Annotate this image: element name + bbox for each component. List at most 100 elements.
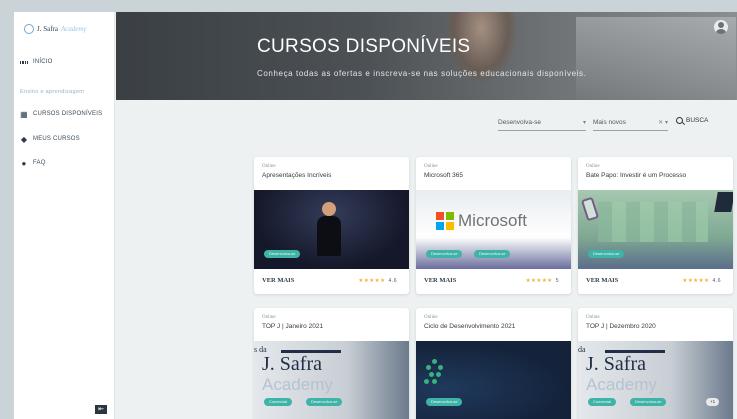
course-category: Online — [262, 315, 276, 320]
see-more-link[interactable]: VER MAIS — [424, 277, 456, 284]
sort-filter-value: Mais novos — [593, 119, 626, 126]
brand-wordmark: J. Safra — [586, 353, 646, 375]
help-icon: ● — [21, 158, 27, 168]
collapse-sidebar-button[interactable]: ⇤ — [95, 405, 107, 414]
sidebar-section-label: Ensino e aprendizagem — [20, 89, 85, 95]
speaker-figure — [322, 202, 336, 216]
course-tag: Desenvolva-se — [426, 250, 463, 258]
search-label: BUSCA — [686, 117, 709, 124]
course-tag: Desenvolva-se — [426, 398, 463, 406]
course-category: Online — [586, 164, 600, 169]
shelf-background — [598, 202, 708, 242]
course-thumbnail: s da J. Safra Academy Comercial Desenvol… — [254, 341, 409, 419]
sort-filter-select[interactable]: Mais novos ✕ ▾ — [593, 115, 668, 131]
rating-value: 4.6 — [712, 278, 721, 284]
sidebar: J. Safra Academy INÍCIO Ensino e aprendi… — [14, 12, 115, 419]
course-title: Ciclo de Desenvolvimento 2021 — [424, 323, 516, 330]
chevron-down-icon: ▾ — [664, 120, 668, 126]
user-avatar-icon[interactable] — [714, 20, 728, 34]
course-title: TOP J | Dezembro 2020 — [586, 323, 656, 330]
course-tag: Desenvolva-se — [264, 250, 301, 258]
card-footer: VER MAIS ★★★★★ 5 — [416, 269, 571, 294]
sidebar-item-label: CURSOS DISPONÍVEIS — [33, 111, 103, 117]
rating-value: 4.6 — [388, 278, 397, 284]
course-tag: Desenvolva-se — [630, 398, 667, 406]
course-category: Online — [586, 315, 600, 320]
extra-tags-badge[interactable]: +1 — [706, 398, 720, 406]
course-category: Online — [424, 315, 438, 320]
course-tag: Comercial — [588, 398, 617, 406]
microsoft-wordmark: Microsoft — [458, 211, 527, 230]
courses-icon: ▦ — [20, 109, 28, 119]
graduation-cap-icon: ◆ — [20, 134, 28, 144]
course-category: Online — [424, 164, 438, 169]
course-thumbnail: da J. Safra Academy Comercial Desenvolva… — [578, 341, 733, 419]
rating-stars: ★★★★★ 5 — [526, 278, 559, 284]
phone-icon — [580, 196, 600, 222]
search-icon — [676, 117, 683, 124]
course-card[interactable]: Online Apresentações Incríveis Desenvolv… — [254, 157, 409, 294]
course-title: TOP J | Janeiro 2021 — [262, 323, 324, 330]
brand-wordmark: J. Safra — [262, 353, 322, 375]
course-card[interactable]: Online TOP J | Janeiro 2021 s da J. Safr… — [254, 308, 409, 419]
see-more-link[interactable]: VER MAIS — [586, 277, 618, 284]
star-icons: ★★★★★ — [682, 278, 710, 284]
clear-icon[interactable]: ✕ — [658, 120, 663, 126]
speaker-body — [317, 216, 341, 256]
card-footer: VER MAIS ★★★★★ 4.6 — [254, 269, 409, 294]
category-filter-select[interactable]: Desenvolva-se ▾ — [498, 115, 586, 131]
page-subtitle: Conheça todas as ofertas e inscreva-se n… — [257, 69, 587, 78]
microsoft-logo-icon — [436, 212, 454, 230]
rating-stars: ★★★★★ 4.6 — [682, 278, 721, 284]
course-card[interactable]: Online Bate Papo: Investir é um Processo… — [578, 157, 733, 294]
course-tag: Comercial — [264, 398, 293, 406]
hero-background-shape — [576, 17, 736, 100]
category-filter-value: Desenvolva-se — [498, 119, 541, 126]
course-card[interactable]: Online TOP J | Dezembro 2020 da J. Safra… — [578, 308, 733, 419]
star-icons: ★★★★★ — [358, 278, 386, 284]
course-thumbnail: Desenvolva-se — [416, 341, 571, 419]
grid-icon — [20, 58, 28, 66]
page-title: CURSOS DISPONÍVEIS — [257, 36, 471, 57]
sidebar-item-label: FAQ — [33, 160, 46, 166]
card-footer: VER MAIS ★★★★★ 4.6 — [578, 269, 733, 294]
leaf-dot — [438, 365, 443, 370]
brand-academy: Academy — [586, 375, 657, 394]
course-tag: Desenvolva-se — [306, 398, 343, 406]
course-thumbnail: Desenvolva-se — [254, 190, 409, 269]
course-card[interactable]: Online Ciclo de Desenvolvimento 2021 Des… — [416, 308, 571, 419]
sidebar-item-label: INÍCIO — [33, 59, 53, 65]
sidebar-item-my-courses[interactable]: ◆ MEUS CURSOS — [20, 134, 80, 144]
chevron-down-icon: ▾ — [582, 120, 586, 126]
sidebar-item-home[interactable]: INÍCIO — [20, 58, 53, 66]
brand-fragment: da — [578, 345, 586, 354]
logo-suffix: Academy — [61, 25, 87, 33]
rating-value: 5 — [555, 278, 559, 284]
brand-academy: Academy — [262, 375, 333, 394]
leaf-dot — [432, 359, 437, 364]
leaf-dot — [424, 379, 429, 384]
course-title: Bate Papo: Investir é um Processo — [586, 172, 687, 179]
sidebar-item-label: MEUS CURSOS — [33, 136, 80, 142]
sidebar-item-faq[interactable]: ● FAQ — [20, 158, 46, 168]
search-button[interactable]: BUSCA — [676, 117, 708, 124]
hero-banner: CURSOS DISPONÍVEIS Conheça todas as ofer… — [116, 12, 737, 100]
sidebar-item-available-courses[interactable]: ▦ CURSOS DISPONÍVEIS — [20, 109, 103, 119]
logo-seal-icon — [24, 24, 34, 34]
course-title: Apresentações Incríveis — [262, 172, 332, 179]
course-tag: Desenvolva-se — [474, 250, 511, 258]
see-more-link[interactable]: VER MAIS — [262, 277, 294, 284]
logo-brand: J. Safra — [37, 25, 58, 33]
course-thumbnail: Desenvolva-se — [578, 190, 733, 269]
course-category: Online — [262, 164, 276, 169]
leaf-dot — [436, 372, 441, 377]
course-thumbnail: Microsoft Desenvolva-se Desenvolva-se — [416, 190, 571, 269]
star-icons: ★★★★★ — [525, 278, 553, 284]
camera-icon — [714, 192, 733, 212]
leaf-dot — [429, 372, 434, 377]
logo[interactable]: J. Safra Academy — [24, 24, 87, 34]
course-card[interactable]: Online Microsoft 365 Microsoft Desenvolv… — [416, 157, 571, 294]
rating-stars: ★★★★★ 4.6 — [358, 278, 397, 284]
course-tag: Desenvolva-se — [588, 250, 625, 258]
leaf-dot — [432, 379, 437, 384]
